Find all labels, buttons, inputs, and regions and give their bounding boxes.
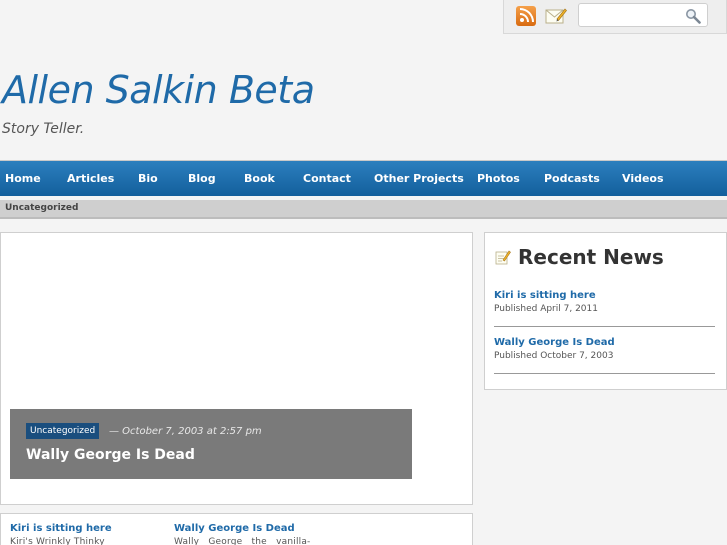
nav-item-other-projects[interactable]: Other Projects bbox=[374, 172, 464, 185]
nav-item-home[interactable]: Home bbox=[5, 172, 41, 185]
site-title[interactable]: Allen Salkin Beta bbox=[2, 68, 315, 112]
category-bar: Uncategorized bbox=[0, 200, 727, 219]
list-item: Kiri is sitting here Published April 7, … bbox=[494, 290, 715, 314]
top-toolbar bbox=[503, 0, 727, 34]
post-meta: — October 7, 2003 at 2:57 pm bbox=[109, 426, 262, 437]
search-box bbox=[578, 3, 708, 27]
search-input[interactable] bbox=[583, 4, 683, 27]
post-excerpt: Wally George the vanilla- bbox=[174, 537, 311, 545]
site-tagline: Story Teller. bbox=[2, 121, 85, 137]
nav-item-book[interactable]: Book bbox=[244, 172, 275, 185]
rss-icon[interactable] bbox=[516, 6, 536, 26]
featured-caption: Uncategorized — October 7, 2003 at 2:57 … bbox=[10, 409, 412, 479]
edit-note-icon bbox=[495, 250, 511, 265]
nav-item-podcasts[interactable]: Podcasts bbox=[544, 172, 600, 185]
search-icon[interactable] bbox=[685, 8, 701, 24]
divider bbox=[494, 326, 715, 327]
email-icon[interactable] bbox=[545, 6, 567, 26]
nav-item-contact[interactable]: Contact bbox=[303, 172, 351, 185]
main-nav: Home Articles Bio Blog Book Contact Othe… bbox=[0, 160, 727, 196]
published-date: Published April 7, 2011 bbox=[494, 304, 598, 314]
published-date: Published October 7, 2003 bbox=[494, 351, 614, 361]
list-item: Wally George Is Dead Published October 7… bbox=[494, 337, 715, 361]
recent-news-link[interactable]: Kiri is sitting here bbox=[494, 290, 715, 301]
post-title-link[interactable]: Wally George Is Dead bbox=[174, 523, 311, 534]
nav-item-blog[interactable]: Blog bbox=[188, 172, 216, 185]
nav-item-articles[interactable]: Articles bbox=[67, 172, 114, 185]
recent-news-link[interactable]: Wally George Is Dead bbox=[494, 337, 715, 348]
nav-item-photos[interactable]: Photos bbox=[477, 172, 520, 185]
featured-post: Uncategorized — October 7, 2003 at 2:57 … bbox=[0, 232, 473, 505]
nav-item-videos[interactable]: Videos bbox=[622, 172, 664, 185]
recent-news-widget: Recent News Kiri is sitting here Publish… bbox=[484, 232, 727, 390]
divider bbox=[494, 373, 715, 374]
post-excerpt: Kiri's Wrinkly Thinky bbox=[10, 537, 105, 545]
post-list: Kiri is sitting here Kiri's Wrinkly Thin… bbox=[0, 513, 473, 545]
post-title-link[interactable]: Kiri is sitting here bbox=[10, 523, 112, 534]
recent-news-heading: Recent News bbox=[518, 245, 664, 269]
list-item: Wally George Is Dead Wally George the va… bbox=[174, 523, 311, 545]
featured-post-title[interactable]: Wally George Is Dead bbox=[26, 447, 195, 463]
category-tag[interactable]: Uncategorized bbox=[26, 423, 100, 439]
category-link-uncategorized[interactable]: Uncategorized bbox=[5, 203, 78, 213]
list-item: Kiri is sitting here Kiri's Wrinkly Thin… bbox=[10, 523, 112, 545]
nav-item-bio[interactable]: Bio bbox=[138, 172, 158, 185]
